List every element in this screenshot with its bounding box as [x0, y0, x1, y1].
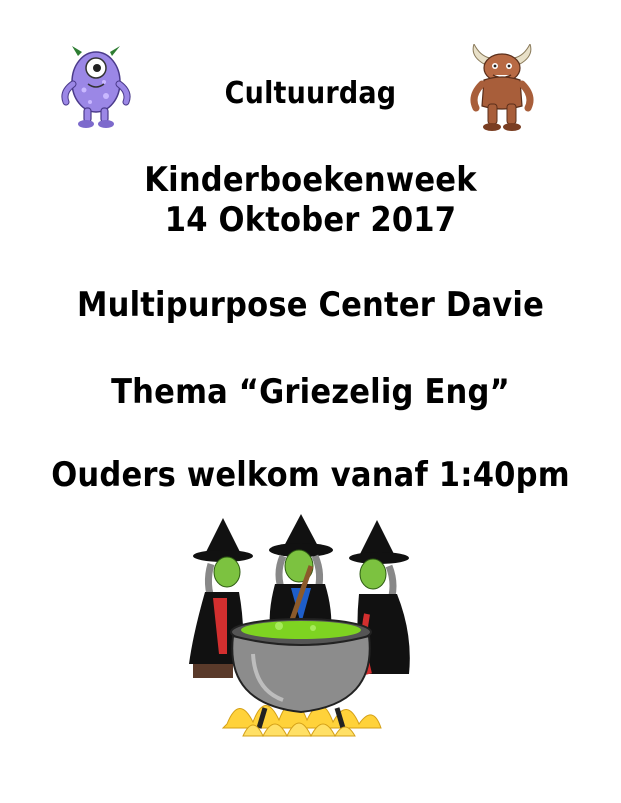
event-theme: Thema “Griezelig Eng” [111, 372, 510, 412]
event-date: 14 Oktober 2017 [164, 200, 457, 240]
event-name: Kinderboekenweek [144, 160, 477, 200]
flyer-title: Cultuurdag [224, 76, 397, 111]
witches-cauldron-illustration [189, 514, 410, 738]
event-venue: Multipurpose Center Davie [76, 285, 545, 325]
parents-welcome-time: Ouders welkom vanaf 1:40pm [51, 455, 570, 495]
